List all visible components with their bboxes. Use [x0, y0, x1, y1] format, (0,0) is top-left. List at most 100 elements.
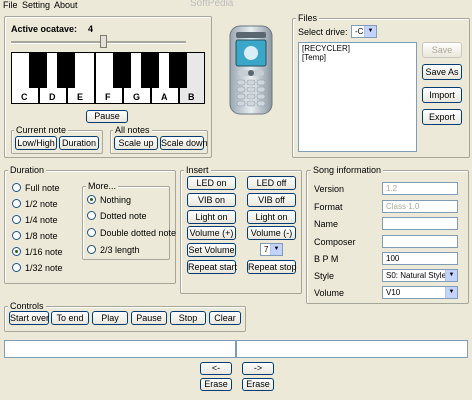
- repeat-start-button[interactable]: Repeat start: [187, 260, 237, 274]
- piano-key-a-sharp[interactable]: [169, 52, 187, 88]
- song-volume-select-value: V10: [386, 288, 401, 297]
- chevron-down-icon[interactable]: ▼: [445, 270, 457, 281]
- light-off-button[interactable]: Light on: [247, 210, 296, 224]
- erase-left-button[interactable]: Erase: [200, 378, 232, 391]
- insert-title: Insert: [184, 165, 211, 175]
- vib-on-button[interactable]: VIB on: [187, 193, 236, 207]
- pause-key-button[interactable]: Pause: [86, 110, 128, 123]
- play-button[interactable]: Play: [92, 311, 128, 325]
- key-label-b: B: [188, 92, 195, 102]
- to-end-button[interactable]: To end: [51, 311, 89, 325]
- volume-level-select[interactable]: 7 ▼: [260, 243, 283, 256]
- repeat-stop-button[interactable]: Repeat stop: [247, 260, 297, 274]
- low-high-button[interactable]: Low/High: [15, 136, 57, 150]
- radio-two-thirds-length[interactable]: 2/3 length: [87, 245, 140, 255]
- key-label-f: F: [105, 92, 111, 102]
- composer-field[interactable]: [382, 235, 458, 248]
- name-field[interactable]: [382, 217, 458, 230]
- name-label: Name: [314, 219, 339, 229]
- volume-level-value: 7: [264, 245, 269, 254]
- song-info-title: Song information: [311, 165, 384, 175]
- song-volume-select[interactable]: V10 ▼: [382, 286, 458, 299]
- piano-key-f-sharp[interactable]: [113, 52, 131, 88]
- scale-up-button[interactable]: Scale up: [114, 136, 158, 150]
- save-as-button[interactable]: Save As: [422, 64, 462, 80]
- vib-off-button[interactable]: VIB off: [247, 193, 296, 207]
- radio-nothing[interactable]: Nothing: [87, 195, 131, 205]
- note-editor-right[interactable]: [236, 340, 468, 358]
- octave-slider-thumb[interactable]: [100, 35, 107, 48]
- composer-label: Composer: [314, 237, 356, 247]
- song-volume-label: Volume: [314, 288, 345, 298]
- piano-key-d-sharp[interactable]: [57, 52, 75, 88]
- style-label: Style: [314, 271, 335, 281]
- volume-plus-button[interactable]: Volume (+): [187, 226, 236, 240]
- save-button[interactable]: Save: [422, 42, 462, 58]
- phone-image: [226, 24, 276, 116]
- format-field[interactable]: Class 1.0: [382, 200, 458, 213]
- version-field[interactable]: 1.2: [382, 182, 458, 195]
- file-list[interactable]: [RECYCLER] [Temp]: [298, 42, 417, 152]
- export-button[interactable]: Export: [422, 109, 462, 125]
- light-on-button[interactable]: Light on: [187, 210, 236, 224]
- menu-bar: File Setting About SoftPedia: [0, 0, 472, 11]
- clear-button[interactable]: Clear: [209, 311, 241, 325]
- format-label: Format: [314, 202, 343, 212]
- style-select[interactable]: S0: Natural Style ▼: [382, 269, 458, 282]
- more-title: More...: [86, 181, 119, 191]
- version-label: Version: [314, 184, 345, 194]
- key-label-e: E: [77, 92, 84, 102]
- radio-full-note[interactable]: Full note: [12, 183, 60, 193]
- all-notes-title: All notes: [113, 125, 152, 135]
- key-label-c: C: [21, 92, 28, 102]
- move-left-button[interactable]: <-: [200, 362, 232, 375]
- file-list-item[interactable]: [Temp]: [302, 53, 416, 62]
- menu-about[interactable]: About: [54, 0, 78, 10]
- duration-button[interactable]: Duration: [59, 136, 99, 150]
- piano-keyboard: C D E F G A B: [11, 52, 205, 104]
- pause-button[interactable]: Pause: [131, 311, 167, 325]
- note-editor-left[interactable]: [4, 340, 236, 358]
- radio-sixteenth-note[interactable]: 1/16 note: [12, 247, 63, 257]
- radio-half-note[interactable]: 1/2 note: [12, 199, 58, 209]
- import-button[interactable]: Import: [422, 87, 462, 103]
- current-note-title: Current note: [14, 125, 69, 135]
- select-drive-label: Select drive:: [298, 27, 348, 37]
- radio-double-dotted-note[interactable]: Double dotted note: [87, 228, 176, 238]
- start-over-button[interactable]: Start over: [9, 311, 49, 325]
- piano-key-g-sharp[interactable]: [141, 52, 159, 88]
- radio-thirty-second-note[interactable]: 1/32 note: [12, 263, 63, 273]
- files-title: Files: [296, 13, 320, 23]
- chevron-down-icon[interactable]: ▼: [364, 26, 376, 37]
- controls-title: Controls: [8, 301, 46, 311]
- watermark: SoftPedia: [190, 0, 234, 9]
- bpm-field[interactable]: 100: [382, 252, 458, 265]
- key-label-g: G: [133, 92, 141, 102]
- menu-file[interactable]: File: [3, 0, 18, 10]
- drive-select[interactable]: -C- ▼: [351, 25, 377, 38]
- file-list-item[interactable]: [RECYCLER]: [302, 44, 416, 53]
- radio-eighth-note[interactable]: 1/8 note: [12, 231, 58, 241]
- menu-setting[interactable]: Setting: [22, 0, 50, 10]
- octave-slider-track[interactable]: [11, 41, 186, 44]
- move-right-button[interactable]: ->: [242, 362, 274, 375]
- radio-dotted-note[interactable]: Dotted note: [87, 211, 147, 221]
- radio-quarter-note[interactable]: 1/4 note: [12, 215, 58, 225]
- chevron-down-icon[interactable]: ▼: [445, 287, 457, 298]
- piano-key-c-sharp[interactable]: [29, 52, 47, 88]
- chevron-down-icon[interactable]: ▼: [270, 244, 282, 255]
- style-select-value: S0: Natural Style: [386, 271, 447, 280]
- key-label-a: A: [161, 92, 168, 102]
- active-octave-label: Active ocatave:: [11, 24, 78, 34]
- led-off-button[interactable]: LED off: [247, 176, 296, 190]
- active-octave-value: 4: [88, 24, 94, 34]
- key-label-d: D: [49, 92, 56, 102]
- volume-minus-button[interactable]: Volume (-): [247, 226, 296, 240]
- bpm-label: B P M: [314, 254, 339, 264]
- set-volume-button[interactable]: Set Volume: [187, 243, 236, 257]
- duration-title: Duration: [8, 165, 47, 175]
- led-on-button[interactable]: LED on: [187, 176, 236, 190]
- scale-down-button[interactable]: Scale down: [160, 136, 208, 150]
- stop-button[interactable]: Stop: [170, 311, 206, 325]
- erase-right-button[interactable]: Erase: [242, 378, 274, 391]
